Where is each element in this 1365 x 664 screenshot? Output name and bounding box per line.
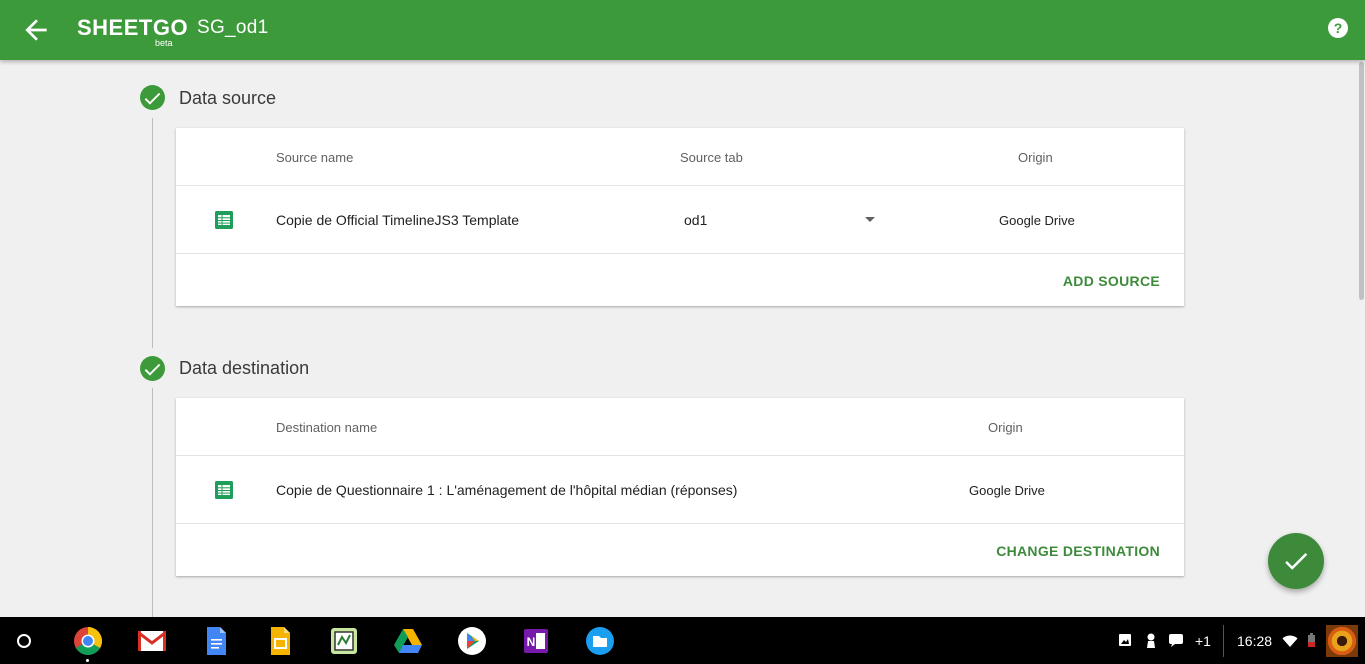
add-source-button[interactable]: ADD SOURCE (1063, 273, 1160, 289)
play-store-icon[interactable] (457, 626, 487, 656)
chrome-icon[interactable] (73, 626, 103, 656)
logo-beta-label: beta (155, 38, 173, 48)
screenshot-icon[interactable] (1118, 633, 1132, 647)
step-complete-check-icon (140, 356, 165, 381)
sheetgo-app-icon[interactable] (329, 626, 359, 656)
spreadsheet-icon (215, 211, 233, 229)
check-icon (1285, 553, 1308, 570)
table-row[interactable]: Copie de Questionnaire 1 : L'aménagement… (176, 456, 1184, 524)
arrow-back-icon[interactable] (20, 14, 52, 46)
step-label-data-destination: Data destination (179, 358, 310, 378)
avatar[interactable] (1326, 625, 1358, 657)
data-destination-card: Destination name Origin Copie de Questio… (176, 398, 1184, 576)
dropdown-arrow-icon (865, 217, 875, 222)
os-taskbar: N +1 16:28 (0, 617, 1365, 664)
step-complete-check-icon (140, 85, 165, 110)
source-tab-value: od1 (684, 212, 708, 228)
drive-icon[interactable] (393, 626, 423, 656)
gmail-icon[interactable] (137, 626, 167, 656)
table-header-row: Source name Source tab Origin (176, 128, 1184, 186)
sheetgo-logo: SHEETGO beta (77, 10, 188, 50)
clock-time[interactable]: 16:28 (1237, 633, 1272, 649)
onenote-icon[interactable]: N (521, 626, 551, 656)
column-header-origin: Origin (988, 420, 1023, 435)
wifi-icon[interactable] (1282, 634, 1298, 648)
running-indicator (86, 659, 89, 662)
tray-divider (1223, 625, 1224, 657)
slides-icon[interactable] (265, 626, 295, 656)
svg-text:?: ? (1334, 20, 1343, 36)
help-icon[interactable]: ? (1326, 16, 1350, 40)
page-title: SG_od1 (197, 17, 269, 38)
notification-count[interactable]: +1 (1195, 633, 1211, 649)
column-header-origin: Origin (1018, 150, 1053, 165)
stylus-icon[interactable] (1145, 633, 1157, 649)
step-label-data-source: Data source (179, 88, 277, 108)
destination-origin: Google Drive (969, 483, 1045, 498)
app-header: SHEETGO beta SG_od1 ? (0, 0, 1365, 60)
stepper-line (152, 118, 153, 348)
table-row[interactable]: Copie de Official TimelineJS3 Template o… (176, 186, 1184, 254)
logo-text: SHEETGO (77, 15, 189, 40)
source-origin: Google Drive (999, 213, 1075, 228)
table-header-row: Destination name Origin (176, 398, 1184, 456)
files-icon[interactable] (585, 626, 615, 656)
data-source-card: Source name Source tab Origin Copie de O… (176, 128, 1184, 306)
message-icon[interactable] (1168, 633, 1184, 647)
launcher-icon[interactable] (17, 634, 31, 648)
column-header-destination-name: Destination name (276, 420, 378, 435)
change-destination-button[interactable]: CHANGE DESTINATION (996, 543, 1160, 559)
svg-text:N: N (527, 635, 536, 649)
stepper-line (152, 388, 153, 617)
column-header-source-name: Source name (276, 150, 354, 165)
destination-name: Copie de Questionnaire 1 : L'aménagement… (276, 482, 738, 498)
battery-icon[interactable] (1307, 633, 1316, 647)
source-name: Copie de Official TimelineJS3 Template (276, 212, 520, 228)
scrollbar-thumb[interactable] (1359, 62, 1364, 300)
confirm-fab-button[interactable] (1268, 533, 1324, 589)
column-header-source-tab: Source tab (680, 150, 743, 165)
source-tab-dropdown[interactable]: od1 (676, 200, 882, 240)
spreadsheet-icon (215, 481, 233, 499)
docs-icon[interactable] (201, 626, 231, 656)
